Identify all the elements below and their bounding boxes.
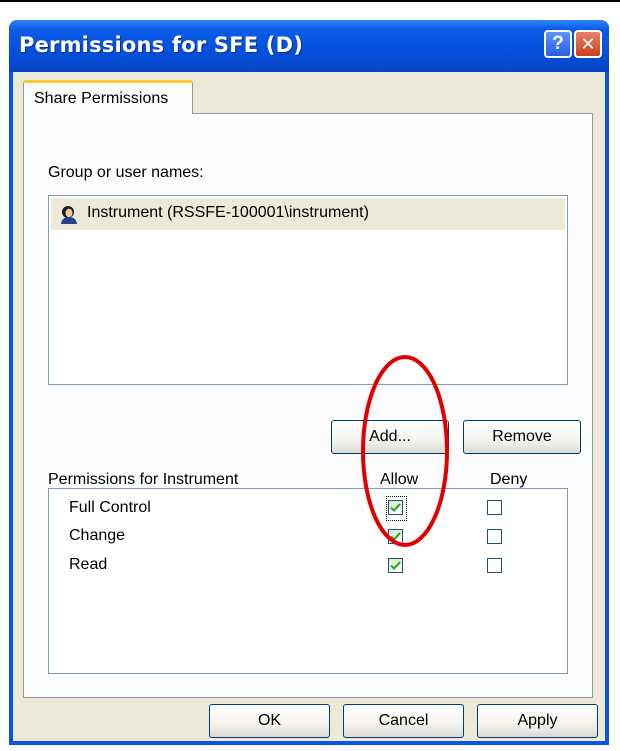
remove-button[interactable]: Remove xyxy=(463,420,581,454)
permission-read-label: Read xyxy=(69,556,108,573)
close-icon: ✕ xyxy=(580,33,596,54)
list-item[interactable]: Instrument (RSSFE-100001\instrument) xyxy=(51,198,565,230)
permissions-list: Full Control Change Read xyxy=(48,488,568,674)
allow-column-header: Allow xyxy=(380,471,419,488)
title-bar[interactable]: Permissions for SFE (D) ? ✕ xyxy=(9,20,609,72)
tab-label: Share Permissions xyxy=(34,90,169,107)
permissions-dialog: Permissions for SFE (D) ? ✕ Share Permis… xyxy=(9,20,609,745)
allow-read-checkbox[interactable] xyxy=(388,558,403,573)
tab-panel: Group or user names: Instrument (RSSFE-1… xyxy=(23,113,593,698)
user-list[interactable]: Instrument (RSSFE-100001\instrument) xyxy=(48,195,568,385)
add-button[interactable]: Add... xyxy=(331,420,449,454)
cancel-button[interactable]: Cancel xyxy=(343,704,464,738)
checkmark-icon xyxy=(390,532,401,541)
checkmark-icon xyxy=(390,561,401,570)
permissions-header: Permissions for Instrument xyxy=(48,471,239,488)
tab-share-permissions[interactable]: Share Permissions xyxy=(23,80,193,114)
ok-button[interactable]: OK xyxy=(209,704,330,738)
permission-change-label: Change xyxy=(69,527,126,544)
deny-read-checkbox[interactable] xyxy=(487,558,502,573)
deny-full-control-checkbox[interactable] xyxy=(487,500,502,515)
deny-column-header: Deny xyxy=(490,471,528,488)
permission-full-control-label: Full Control xyxy=(69,499,151,516)
dialog-client-area: Share Permissions Group or user names: I… xyxy=(13,72,605,741)
user-name: Instrument (RSSFE-100001\instrument) xyxy=(87,204,369,221)
help-icon: ? xyxy=(552,33,564,54)
checkmark-icon xyxy=(390,503,401,512)
deny-change-checkbox[interactable] xyxy=(487,529,502,544)
close-button[interactable]: ✕ xyxy=(574,30,602,58)
help-button[interactable]: ? xyxy=(544,30,572,58)
apply-button[interactable]: Apply xyxy=(477,704,598,738)
group-user-names-label: Group or user names: xyxy=(48,164,204,181)
allow-full-control-checkbox[interactable] xyxy=(388,500,403,515)
top-border-line xyxy=(0,0,620,2)
user-icon xyxy=(61,206,77,224)
allow-change-checkbox[interactable] xyxy=(388,529,403,544)
window-title: Permissions for SFE (D) xyxy=(19,33,304,57)
